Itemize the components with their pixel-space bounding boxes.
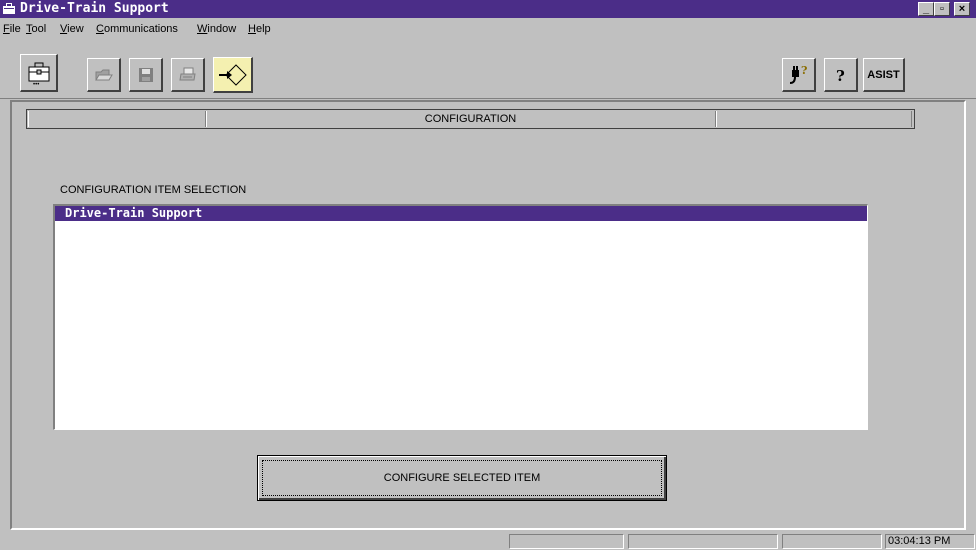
menu-window-mnemonic: W <box>197 23 208 35</box>
list-item[interactable]: Drive-Train Support <box>55 206 867 221</box>
print-button[interactable] <box>171 58 205 92</box>
menu-tool[interactable]: Tool <box>26 23 46 35</box>
selection-label: CONFIGURATION ITEM SELECTION <box>60 184 247 196</box>
configuration-header: CONFIGURATION <box>26 109 915 129</box>
save-button[interactable] <box>129 58 163 92</box>
configuration-item-list[interactable]: Drive-Train Support <box>53 204 868 430</box>
window-title: Drive-Train Support <box>20 1 169 16</box>
menu-communications-mnemonic: C <box>96 23 104 35</box>
open-button[interactable] <box>87 58 121 92</box>
configuration-title: CONFIGURATION <box>424 113 517 125</box>
plug-help-button[interactable]: ? <box>782 58 816 92</box>
menu-communications-rest: ommunications <box>103 23 178 35</box>
menu-view[interactable]: View <box>60 23 84 35</box>
menu-view-rest: iew <box>67 23 84 35</box>
menu-help[interactable]: Help <box>248 23 271 35</box>
help-icon: ? <box>836 67 845 84</box>
minimize-button[interactable]: _ <box>918 2 934 16</box>
configuration-panel: CONFIGURATION CONFIGURATION ITEM SELECTI… <box>10 100 966 530</box>
close-button[interactable]: × <box>954 2 970 16</box>
menu-tool-rest: ool <box>31 23 47 35</box>
svg-text:•••: ••• <box>33 82 39 87</box>
toolbox-button[interactable]: ••• <box>20 54 58 92</box>
configure-selected-item-button[interactable]: CONFIGURE SELECTED ITEM <box>257 455 667 501</box>
status-panel-3 <box>782 534 882 549</box>
restore-button[interactable]: ▫ <box>934 2 950 16</box>
menu-bar: File Tool View Communications Window Hel… <box>0 18 976 42</box>
status-time: 03:04:13 PM <box>885 534 975 549</box>
menu-file-mnemonic: F <box>3 23 10 35</box>
connect-button[interactable] <box>213 57 253 93</box>
asist-label: ASIST <box>867 68 900 81</box>
menu-communications[interactable]: Communications <box>96 23 178 35</box>
menu-window[interactable]: Window <box>197 23 236 35</box>
open-folder-icon <box>94 69 113 80</box>
title-bar[interactable]: Drive-Train Support _ ▫ × <box>0 0 976 18</box>
toolbox-app-icon <box>3 3 15 14</box>
save-icon <box>138 67 153 82</box>
menu-help-rest: elp <box>255 23 271 35</box>
svg-text:?: ? <box>801 64 807 77</box>
configure-button-label: CONFIGURE SELECTED ITEM <box>262 460 662 496</box>
toolbox-icon: ••• <box>28 62 49 87</box>
menu-window-rest: indow <box>207 23 237 35</box>
print-icon <box>178 67 196 80</box>
toolbar: ••• ? ? ASIST <box>0 42 976 99</box>
diamond-arrow-icon <box>218 63 247 86</box>
menu-file[interactable]: File <box>3 23 21 35</box>
svg-text:?: ? <box>836 67 845 84</box>
menu-file-rest: ile <box>9 23 21 35</box>
asist-button[interactable]: ASIST <box>863 58 905 92</box>
plug-help-icon: ? <box>789 64 807 84</box>
status-panel-1 <box>509 534 624 549</box>
help-button[interactable]: ? <box>824 58 858 92</box>
menu-help-mnemonic: H <box>248 23 256 35</box>
status-panel-2 <box>628 534 778 549</box>
status-bar: 03:04:13 PM <box>0 532 976 550</box>
